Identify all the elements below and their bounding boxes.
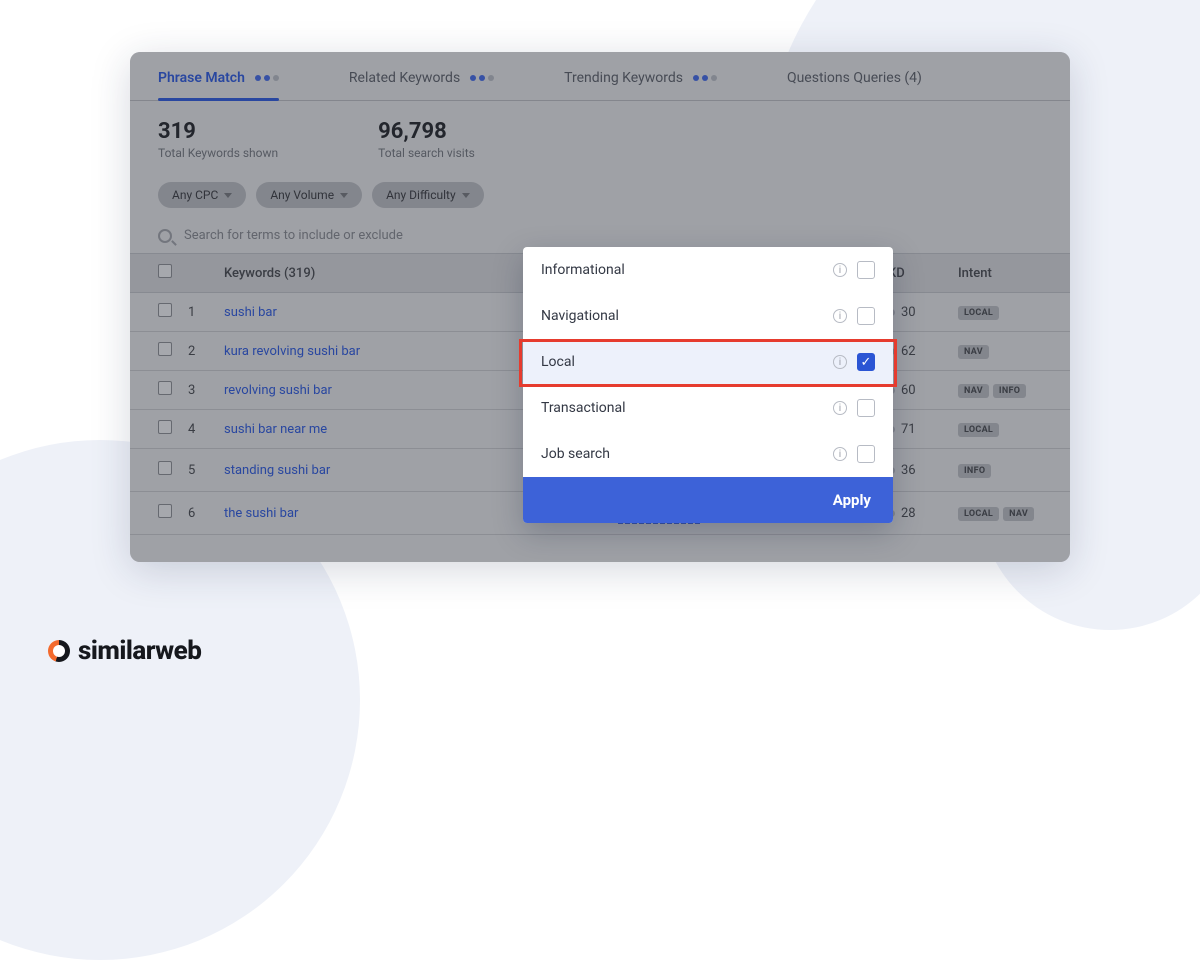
filter-chip-1[interactable]: Any Volume <box>256 182 362 208</box>
info-icon[interactable]: i <box>833 355 847 369</box>
brand-logo: similarweb <box>48 636 201 666</box>
filter-chips: Any CPC Any Volume Any Difficulty <box>130 182 1070 222</box>
similarweb-icon <box>48 640 70 662</box>
intent-option-informational[interactable]: Informationali <box>523 247 893 293</box>
keyword-link[interactable]: sushi bar near me <box>224 422 327 437</box>
filter-chip-0[interactable]: Any CPC <box>158 182 246 208</box>
tab-0[interactable]: Phrase Match <box>158 70 279 100</box>
tab-3[interactable]: Questions Queries (4) <box>787 70 922 100</box>
option-checkbox[interactable] <box>857 445 875 463</box>
option-checkbox[interactable] <box>857 261 875 279</box>
col-intent[interactable]: Intent <box>950 254 1070 293</box>
app-card: Phrase Match Related Keywords Trending Key… <box>130 52 1070 562</box>
brand-name: similarweb <box>78 636 201 666</box>
keyword-link[interactable]: the sushi bar <box>224 506 298 521</box>
filter-chip-2[interactable]: Any Difficulty <box>372 182 484 208</box>
intent-option-job-search[interactable]: Job searchi <box>523 431 893 477</box>
row-checkbox[interactable] <box>158 381 172 395</box>
intent-option-local[interactable]: Locali✓ <box>523 339 893 385</box>
search-icon <box>158 229 172 243</box>
intent-option-transactional[interactable]: Transactionali <box>523 385 893 431</box>
row-checkbox[interactable] <box>158 303 172 317</box>
intent-option-navigational[interactable]: Navigationali <box>523 293 893 339</box>
info-icon[interactable]: i <box>833 447 847 461</box>
row-checkbox[interactable] <box>158 342 172 356</box>
row-checkbox[interactable] <box>158 504 172 518</box>
option-checkbox[interactable]: ✓ <box>857 353 875 371</box>
total-keywords-value: 319 <box>158 119 278 144</box>
info-icon[interactable]: i <box>833 263 847 277</box>
total-visits-label: Total search visits <box>378 146 475 160</box>
tab-2[interactable]: Trending Keywords <box>564 70 717 100</box>
select-all-checkbox[interactable] <box>158 264 172 278</box>
keyword-link[interactable]: kura revolving sushi bar <box>224 344 360 359</box>
info-icon[interactable]: i <box>833 401 847 415</box>
apply-button[interactable]: Apply <box>523 477 893 523</box>
info-icon[interactable]: i <box>833 309 847 323</box>
tabs: Phrase Match Related Keywords Trending Key… <box>130 52 1070 101</box>
option-checkbox[interactable] <box>857 399 875 417</box>
option-checkbox[interactable] <box>857 307 875 325</box>
row-checkbox[interactable] <box>158 461 172 475</box>
keyword-link[interactable]: standing sushi bar <box>224 463 330 478</box>
total-keywords-label: Total Keywords shown <box>158 146 278 160</box>
search-placeholder: Search for terms to include or exclude <box>184 228 403 243</box>
tab-1[interactable]: Related Keywords <box>349 70 494 100</box>
col-keywords[interactable]: Keywords (319) <box>216 254 530 293</box>
row-checkbox[interactable] <box>158 420 172 434</box>
intent-filter-popup: InformationaliNavigationaliLocali✓Transa… <box>523 247 893 523</box>
total-visits-value: 96,798 <box>378 119 475 144</box>
keyword-link[interactable]: sushi bar <box>224 305 277 320</box>
keyword-link[interactable]: revolving sushi bar <box>224 383 332 398</box>
summary-row: 319 Total Keywords shown 96,798 Total se… <box>130 101 1070 182</box>
